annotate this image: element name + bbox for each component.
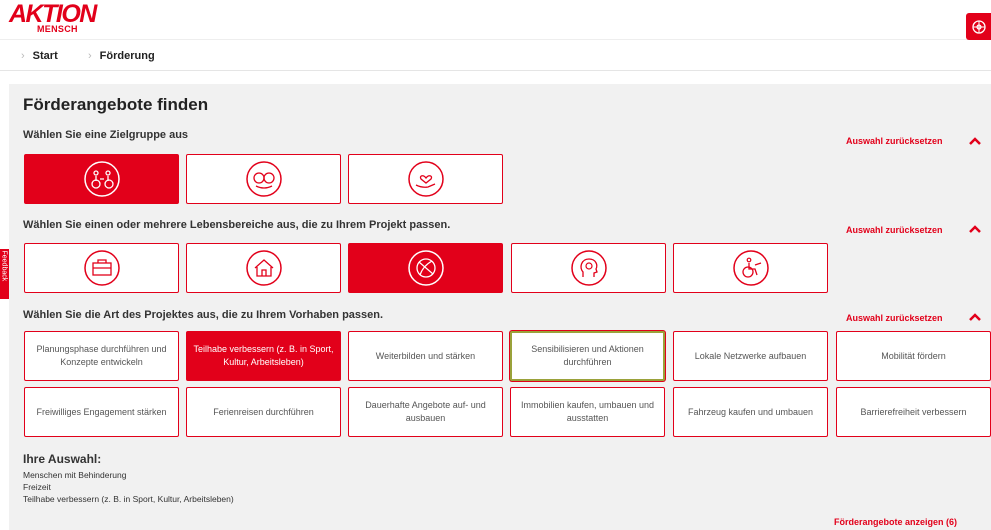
breadcrumb-foerderung[interactable]: › Förderung	[88, 50, 155, 62]
head-lightbulb-icon	[570, 250, 607, 286]
site-header: AKTION MENSCH	[0, 0, 991, 40]
page-title: Förderangebote finden	[23, 95, 209, 114]
aktion-mensch-logo[interactable]: AKTION MENSCH	[9, 2, 97, 35]
tile-arbeit[interactable]	[24, 243, 179, 293]
tile-mobilitaet[interactable]	[673, 243, 828, 293]
option-planungsphase[interactable]: Planungsphase durchführen und Konzepte e…	[24, 331, 179, 381]
heart-hand-icon	[407, 161, 444, 197]
wheel-icon	[971, 19, 986, 34]
option-lokale-netzwerke[interactable]: Lokale Netzwerke aufbauen	[673, 331, 828, 381]
tile-menschen-mit-behinderung[interactable]	[24, 154, 179, 204]
wheelchair-icon	[732, 250, 769, 286]
breadcrumb: › Start › Förderung	[0, 41, 991, 71]
people-wheelchair-icon	[83, 161, 120, 197]
breadcrumb-start[interactable]: › Start	[21, 50, 58, 62]
zielgruppe-label: Wählen Sie eine Zielgruppe aus	[23, 129, 189, 141]
option-freiwilliges-engagement[interactable]: Freiwilliges Engagement stärken	[24, 387, 179, 437]
option-ferienreisen[interactable]: Ferienreisen durchführen	[186, 387, 341, 437]
option-weiterbilden[interactable]: Weiterbilden und stärken	[348, 331, 503, 381]
show-results-link[interactable]: Förderangebote anzeigen (6)	[834, 517, 957, 527]
tile-bildung[interactable]	[511, 243, 666, 293]
lebensbereiche-label: Wählen Sie einen oder mehrere Lebensbere…	[23, 219, 451, 231]
selection-item: Menschen mit Behinderung	[23, 470, 127, 480]
tile-freizeit[interactable]	[348, 243, 503, 293]
option-mobilitaet[interactable]: Mobilität fördern	[836, 331, 991, 381]
chevron-right-icon: ›	[88, 50, 92, 62]
reset-projektart-link[interactable]: Auswahl zurücksetzen	[846, 313, 943, 323]
chevron-up-icon[interactable]	[969, 312, 981, 322]
option-dauerhafte-angebote[interactable]: Dauerhafte Angebote auf- und ausbauen	[348, 387, 503, 437]
reset-zielgruppe-link[interactable]: Auswahl zurücksetzen	[846, 136, 943, 146]
tile-kinder-jugendliche[interactable]	[186, 154, 341, 204]
option-immobilien[interactable]: Immobilien kaufen, umbauen und ausstatte…	[510, 387, 665, 437]
tile-soziale-hilfe[interactable]	[348, 154, 503, 204]
chevron-up-icon[interactable]	[969, 224, 981, 234]
children-faces-icon	[245, 161, 282, 197]
projektart-label: Wählen Sie die Art des Projektes aus, di…	[23, 309, 384, 321]
option-sensibilisieren[interactable]: Sensibilisieren und Aktionen durchführen	[510, 331, 665, 381]
option-teilhabe-verbessern[interactable]: Teilhabe verbessern (z. B. in Sport, Kul…	[186, 331, 341, 381]
selection-item: Teilhabe verbessern (z. B. in Sport, Kul…	[23, 494, 234, 504]
feedback-tab[interactable]: Feedback	[0, 249, 9, 299]
option-fahrzeug[interactable]: Fahrzeug kaufen und umbauen	[673, 387, 828, 437]
reset-lebensbereiche-link[interactable]: Auswahl zurücksetzen	[846, 225, 943, 235]
chevron-up-icon[interactable]	[969, 136, 981, 146]
chevron-right-icon: ›	[21, 50, 25, 62]
ball-icon	[407, 250, 444, 286]
option-barrierefreiheit[interactable]: Barrierefreiheit verbessern	[836, 387, 991, 437]
briefcase-icon	[83, 250, 120, 286]
tile-wohnen[interactable]	[186, 243, 341, 293]
selection-title: Ihre Auswahl:	[23, 452, 102, 466]
house-icon	[245, 250, 282, 286]
selection-item: Freizeit	[23, 482, 51, 492]
lottery-wheel-button[interactable]	[966, 13, 991, 40]
filter-panel	[9, 84, 991, 530]
